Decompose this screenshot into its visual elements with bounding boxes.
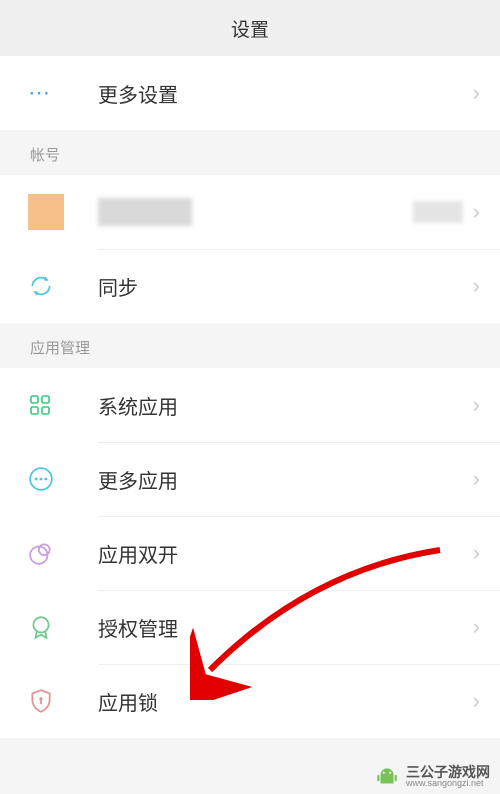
row-permissions[interactable]: 授权管理 › bbox=[0, 590, 500, 664]
watermark-url: www.sangongzi.net bbox=[406, 779, 490, 788]
more-circle-icon bbox=[28, 466, 72, 492]
watermark-name: 三公子游戏网 bbox=[406, 765, 490, 779]
avatar bbox=[28, 194, 72, 230]
row-label: 系统应用 bbox=[98, 391, 473, 420]
row-app-lock[interactable]: 应用锁 › bbox=[0, 664, 500, 738]
sync-icon bbox=[28, 273, 72, 299]
section-header-account: 帐号 bbox=[0, 130, 500, 175]
android-icon bbox=[374, 766, 400, 788]
row-label: 应用双开 bbox=[98, 539, 473, 568]
row-label: 更多设置 bbox=[98, 79, 473, 108]
chevron-right-icon: › bbox=[473, 688, 480, 714]
row-label: 授权管理 bbox=[98, 613, 473, 642]
account-name-redacted bbox=[98, 198, 413, 226]
row-system-apps[interactable]: 系统应用 › bbox=[0, 368, 500, 442]
dual-circle-icon bbox=[28, 540, 72, 566]
row-account[interactable]: › bbox=[0, 175, 500, 249]
row-more-apps[interactable]: 更多应用 › bbox=[0, 442, 500, 516]
chevron-right-icon: › bbox=[473, 614, 480, 640]
watermark: 三公子游戏网 www.sangongzi.net bbox=[374, 765, 490, 788]
row-dual-apps[interactable]: 应用双开 › bbox=[0, 516, 500, 590]
row-label: 更多应用 bbox=[98, 465, 473, 494]
row-label: 应用锁 bbox=[98, 687, 473, 716]
badge-icon bbox=[28, 614, 72, 640]
chevron-right-icon: › bbox=[473, 466, 480, 492]
chevron-right-icon: › bbox=[473, 199, 480, 225]
grid-icon bbox=[28, 393, 72, 417]
chevron-right-icon: › bbox=[473, 392, 480, 418]
section-header-app-mgmt: 应用管理 bbox=[0, 323, 500, 368]
chevron-right-icon: › bbox=[473, 540, 480, 566]
page-title-text: 设置 bbox=[231, 15, 269, 42]
chevron-right-icon: › bbox=[473, 80, 480, 106]
row-sync[interactable]: 同步 › bbox=[0, 249, 500, 323]
shield-lock-icon bbox=[28, 688, 72, 714]
page-title: 设置 bbox=[0, 0, 500, 56]
row-more-settings[interactable]: ⋯ 更多设置 › bbox=[0, 56, 500, 130]
more-icon: ⋯ bbox=[28, 80, 72, 106]
row-label: 同步 bbox=[98, 272, 473, 301]
chevron-right-icon: › bbox=[473, 273, 480, 299]
account-status-redacted bbox=[413, 201, 463, 223]
